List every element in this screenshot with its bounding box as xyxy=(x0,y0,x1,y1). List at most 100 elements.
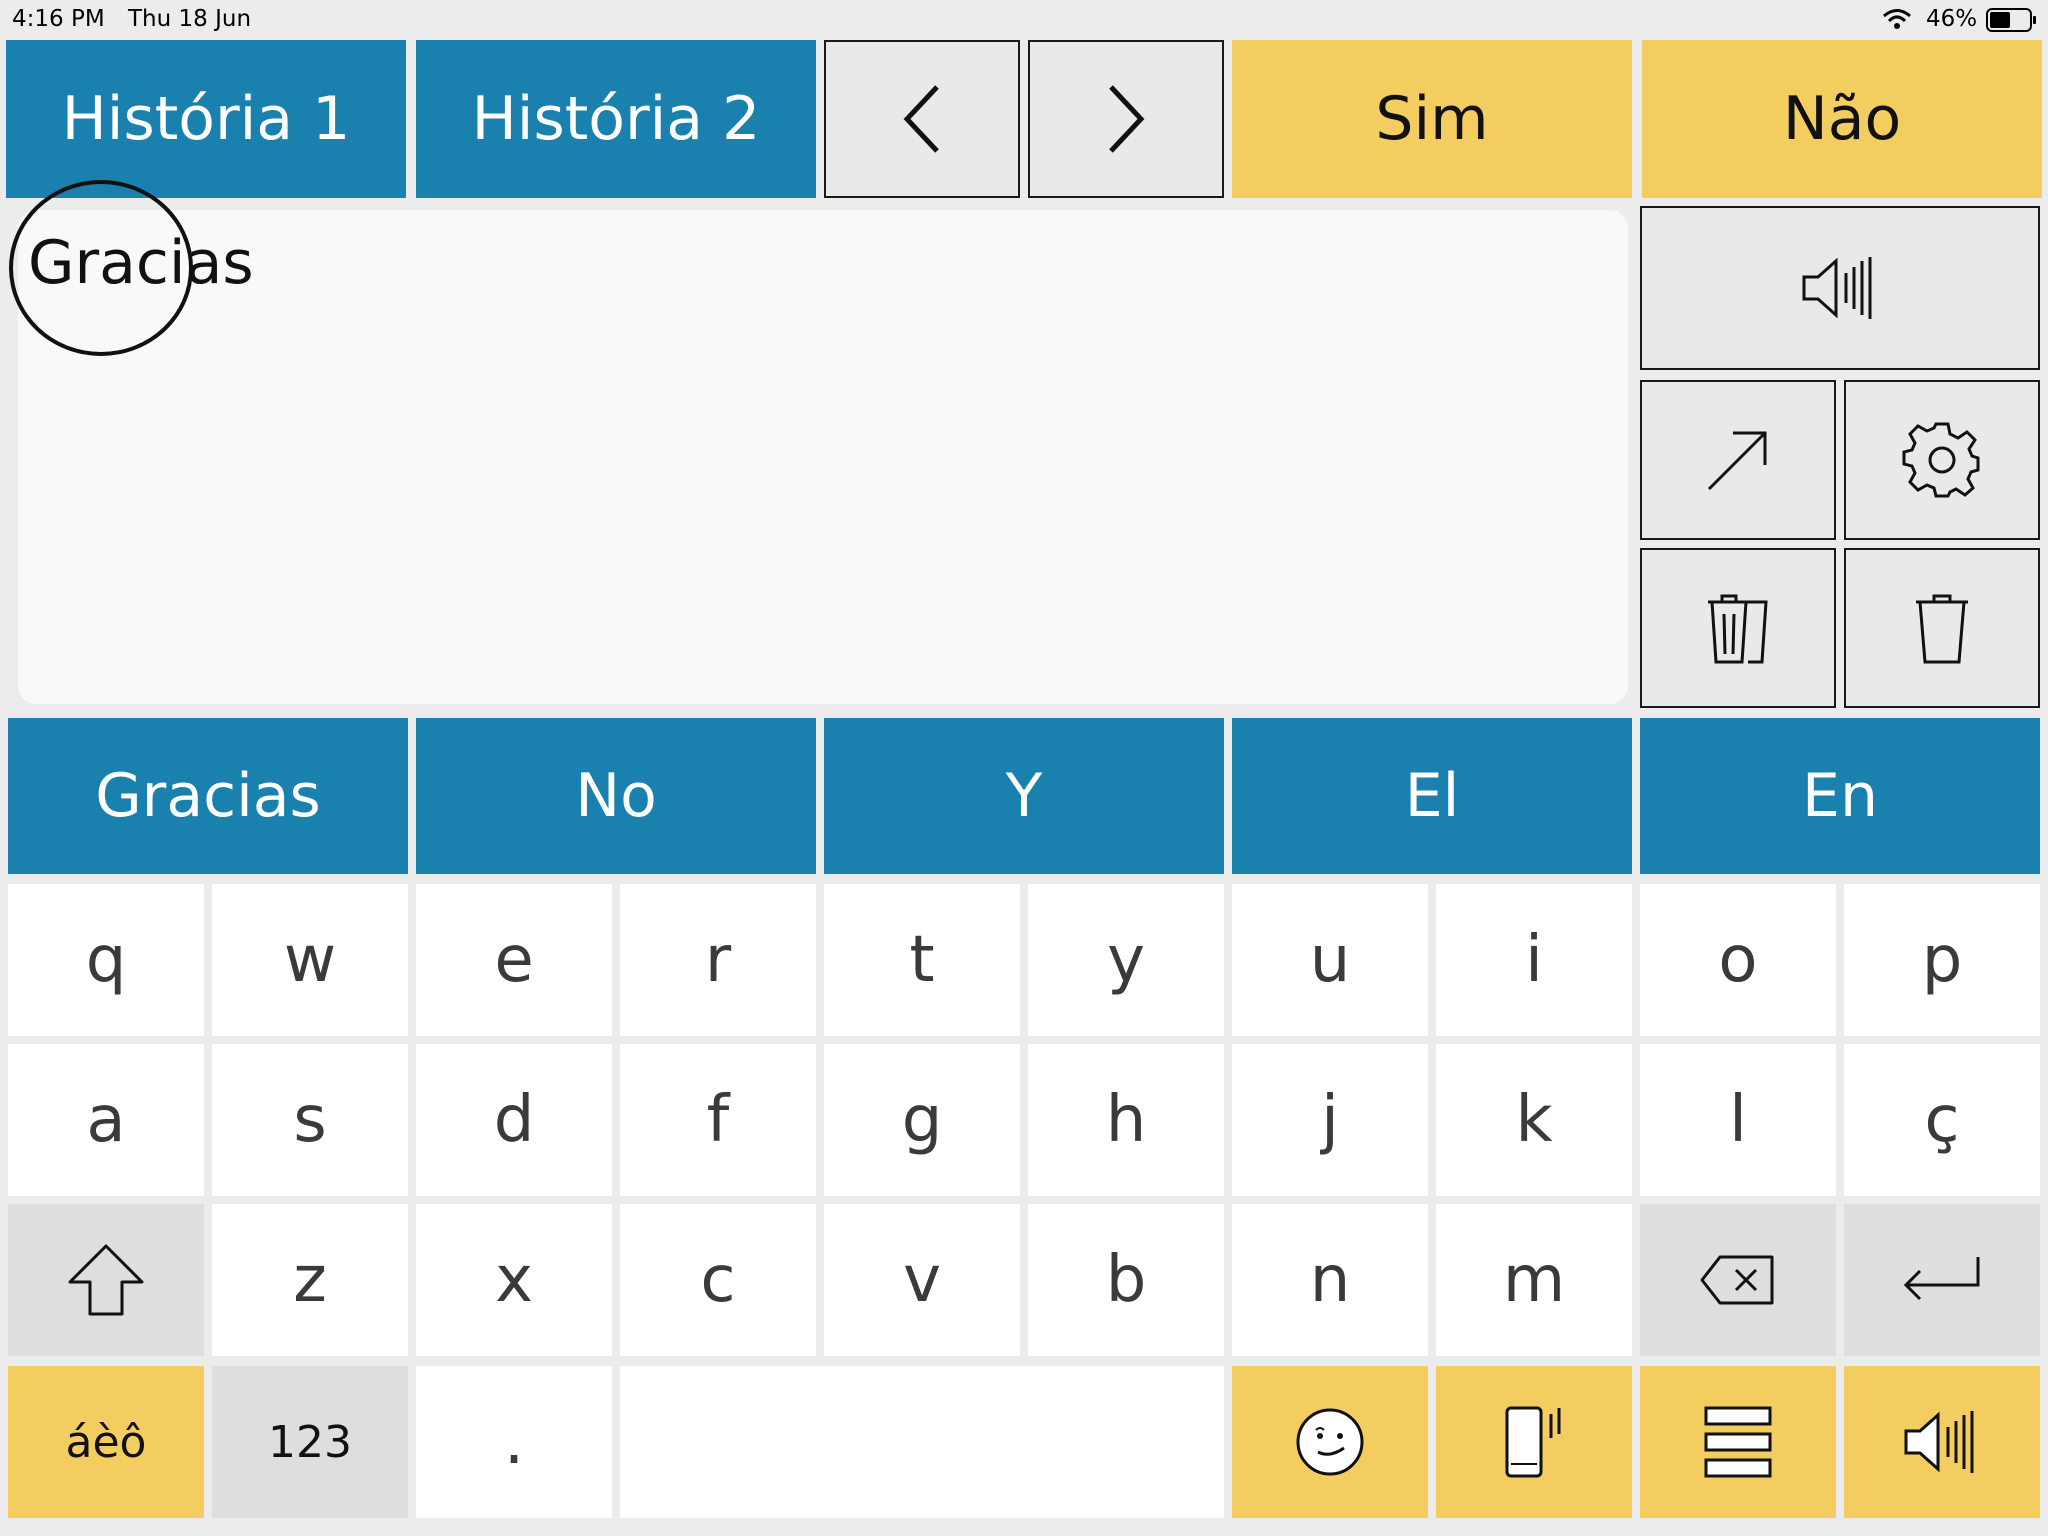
battery-icon xyxy=(1986,8,2038,32)
key-w[interactable]: w xyxy=(212,884,408,1036)
menu-button[interactable] xyxy=(1640,1366,1836,1518)
status-bar: 4:16 PM Thu 18 Jun 46% xyxy=(0,0,2048,40)
prediction-button-2[interactable]: No xyxy=(416,718,816,874)
key-x[interactable]: x xyxy=(416,1204,612,1356)
key-n[interactable]: n xyxy=(1232,1204,1428,1356)
key-l[interactable]: l xyxy=(1640,1044,1836,1196)
key-label: u xyxy=(1309,923,1351,997)
key-label: x xyxy=(495,1243,533,1317)
prediction-button-4[interactable]: El xyxy=(1232,718,1632,874)
app-root: 4:16 PM Thu 18 Jun 46% História 1 Histór… xyxy=(0,0,2048,1536)
trash-icon xyxy=(1912,588,1972,668)
enter-key[interactable] xyxy=(1844,1204,2040,1356)
emoji-button[interactable] xyxy=(1232,1366,1428,1518)
battery-percent: 46% xyxy=(1926,6,1978,32)
phone-vibrate-icon xyxy=(1501,1404,1567,1480)
prediction-label: Y xyxy=(1005,761,1043,831)
story2-button[interactable]: História 2 xyxy=(416,40,816,198)
key-label: e xyxy=(494,923,534,997)
period-label: . xyxy=(503,1405,525,1479)
prediction-button-5[interactable]: En xyxy=(1640,718,2040,874)
key-label: ç xyxy=(1924,1083,1960,1157)
speak-button[interactable] xyxy=(1640,206,2040,370)
wifi-icon xyxy=(1882,8,1912,30)
share-button[interactable] xyxy=(1640,380,1836,540)
key-d[interactable]: d xyxy=(416,1044,612,1196)
story1-label: História 1 xyxy=(61,84,351,154)
backspace-icon xyxy=(1698,1253,1778,1307)
prediction-button-3[interactable]: Y xyxy=(824,718,1224,874)
key-label: l xyxy=(1729,1083,1747,1157)
key-s[interactable]: s xyxy=(212,1044,408,1196)
key-m[interactable]: m xyxy=(1436,1204,1632,1356)
key-label: q xyxy=(85,923,127,997)
gear-icon xyxy=(1902,420,1982,500)
no-button[interactable]: Não xyxy=(1642,40,2042,198)
prediction-label: En xyxy=(1802,761,1878,831)
numbers-label: 123 xyxy=(268,1416,352,1468)
key-f[interactable]: f xyxy=(620,1044,816,1196)
key-label: g xyxy=(901,1083,943,1157)
key-label: w xyxy=(283,923,337,997)
key-p[interactable]: p xyxy=(1844,884,2040,1036)
key-label: k xyxy=(1515,1083,1553,1157)
story1-button[interactable]: História 1 xyxy=(6,40,406,198)
prediction-button-1[interactable]: Gracias xyxy=(8,718,408,874)
key-h[interactable]: h xyxy=(1028,1044,1224,1196)
status-time: 4:16 PM xyxy=(12,6,105,32)
key-b[interactable]: b xyxy=(1028,1204,1224,1356)
period-key[interactable]: . xyxy=(416,1366,612,1518)
prediction-label: El xyxy=(1404,761,1460,831)
phone-button[interactable] xyxy=(1436,1366,1632,1518)
key-label: y xyxy=(1107,923,1145,997)
key-label: m xyxy=(1502,1243,1566,1317)
key-label: t xyxy=(909,923,935,997)
key-k[interactable]: k xyxy=(1436,1044,1632,1196)
key-label: f xyxy=(706,1083,730,1157)
key-label: z xyxy=(293,1243,327,1317)
key-c[interactable]: c xyxy=(620,1204,816,1356)
accents-label: áèô xyxy=(65,1416,147,1468)
space-key[interactable] xyxy=(620,1366,1224,1518)
clear-button[interactable] xyxy=(1844,548,2040,708)
shift-arrow-icon xyxy=(66,1242,146,1318)
key-t[interactable]: t xyxy=(824,884,1020,1036)
chevron-right-icon xyxy=(1101,79,1151,159)
speaker-icon xyxy=(1902,1407,1982,1477)
back-button[interactable] xyxy=(824,40,1020,198)
key-g[interactable]: g xyxy=(824,1044,1020,1196)
key-c-cedilla[interactable]: ç xyxy=(1844,1044,2040,1196)
key-o[interactable]: o xyxy=(1640,884,1836,1036)
key-y[interactable]: y xyxy=(1028,884,1224,1036)
key-a[interactable]: a xyxy=(8,1044,204,1196)
key-label: r xyxy=(704,923,732,997)
key-label: i xyxy=(1525,923,1543,997)
shift-key[interactable] xyxy=(8,1204,204,1356)
prediction-label: No xyxy=(575,761,657,831)
backspace-key[interactable] xyxy=(1640,1204,1836,1356)
message-text: Gracias xyxy=(28,228,254,298)
accents-key[interactable]: áèô xyxy=(8,1366,204,1518)
key-label: n xyxy=(1309,1243,1351,1317)
key-i[interactable]: i xyxy=(1436,884,1632,1036)
settings-button[interactable] xyxy=(1844,380,2040,540)
numbers-key[interactable]: 123 xyxy=(212,1366,408,1518)
yes-button[interactable]: Sim xyxy=(1232,40,1632,198)
speaker-icon xyxy=(1800,253,1880,323)
key-q[interactable]: q xyxy=(8,884,204,1036)
key-label: s xyxy=(293,1083,327,1157)
key-label: p xyxy=(1921,923,1963,997)
speak-bottom-button[interactable] xyxy=(1844,1366,2040,1518)
key-label: d xyxy=(493,1083,535,1157)
arrow-up-right-icon xyxy=(1703,425,1773,495)
forward-button[interactable] xyxy=(1028,40,1224,198)
message-text-area[interactable]: Gracias xyxy=(18,210,1628,704)
key-v[interactable]: v xyxy=(824,1204,1020,1356)
key-u[interactable]: u xyxy=(1232,884,1428,1036)
clear-all-button[interactable] xyxy=(1640,548,1836,708)
key-e[interactable]: e xyxy=(416,884,612,1036)
key-r[interactable]: r xyxy=(620,884,816,1036)
key-label: j xyxy=(1321,1083,1339,1157)
key-j[interactable]: j xyxy=(1232,1044,1428,1196)
key-z[interactable]: z xyxy=(212,1204,408,1356)
